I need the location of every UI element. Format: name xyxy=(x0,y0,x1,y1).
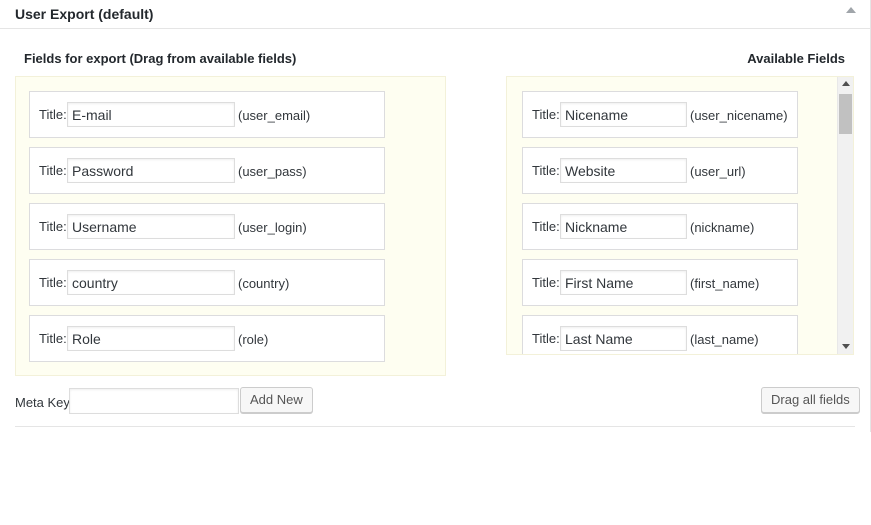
meta-key-label: Meta Key xyxy=(15,395,70,410)
available-field-item[interactable]: Title: (user_url) xyxy=(522,147,798,194)
add-new-button[interactable]: Add New xyxy=(240,387,313,413)
scroll-thumb[interactable] xyxy=(839,94,852,134)
available-field-item[interactable]: Title: (last_name) xyxy=(522,315,798,354)
field-title-label: Title: xyxy=(532,219,560,234)
field-key-label: (nickname) xyxy=(690,220,755,235)
field-title-input[interactable] xyxy=(560,158,687,183)
export-fields-heading: Fields for export (Drag from available f… xyxy=(24,51,297,66)
field-title-label: Title: xyxy=(39,219,67,234)
field-title-input[interactable] xyxy=(67,214,235,239)
field-title-input[interactable] xyxy=(67,158,235,183)
field-title-input[interactable] xyxy=(67,270,235,295)
export-field-item[interactable]: Title: (user_pass) xyxy=(29,147,385,194)
field-title-label: Title: xyxy=(39,275,67,290)
scroll-down-arrow-icon[interactable] xyxy=(842,344,850,349)
panel-header[interactable]: User Export (default) xyxy=(0,0,870,29)
field-key-label: (user_nicename) xyxy=(690,108,788,123)
available-field-item[interactable]: Title: (first_name) xyxy=(522,259,798,306)
available-field-item[interactable]: Title: (user_nicename) xyxy=(522,91,798,138)
field-key-label: (country) xyxy=(238,276,290,291)
field-title-label: Title: xyxy=(39,163,67,178)
export-field-item[interactable]: Title: (role) xyxy=(29,315,385,362)
available-fields-dropzone[interactable]: Title: (user_nicename) Title: (user_url)… xyxy=(506,76,854,355)
field-title-input[interactable] xyxy=(560,270,687,295)
drag-all-fields-button[interactable]: Drag all fields xyxy=(761,387,860,413)
panel-title: User Export (default) xyxy=(15,6,154,22)
field-title-input[interactable] xyxy=(560,102,687,127)
field-key-label: (user_email) xyxy=(238,108,311,123)
field-title-label: Title: xyxy=(532,107,560,122)
divider xyxy=(15,426,855,427)
field-key-label: (user_pass) xyxy=(238,164,307,179)
user-export-panel: User Export (default) Fields for export … xyxy=(0,0,871,432)
field-title-label: Title: xyxy=(532,275,560,290)
export-field-item[interactable]: Title: (user_email) xyxy=(29,91,385,138)
field-title-input[interactable] xyxy=(560,326,687,351)
field-title-label: Title: xyxy=(39,331,67,346)
available-fields-scrollbar[interactable] xyxy=(837,77,853,354)
meta-key-input[interactable] xyxy=(69,388,239,414)
field-title-input[interactable] xyxy=(67,102,235,127)
collapse-arrow-icon[interactable] xyxy=(846,7,856,13)
export-field-item[interactable]: Title: (user_login) xyxy=(29,203,385,250)
export-fields-dropzone[interactable]: Title: (user_email) Title: (user_pass) T… xyxy=(15,76,446,376)
field-title-label: Title: xyxy=(532,163,560,178)
field-title-input[interactable] xyxy=(67,326,235,351)
available-field-item[interactable]: Title: (nickname) xyxy=(522,203,798,250)
field-key-label: (role) xyxy=(238,332,269,347)
field-title-label: Title: xyxy=(39,107,67,122)
field-title-label: Title: xyxy=(532,331,560,346)
field-key-label: (user_url) xyxy=(690,164,746,179)
available-fields-heading: Available Fields xyxy=(747,51,845,66)
export-field-item[interactable]: Title: (country) xyxy=(29,259,385,306)
field-title-input[interactable] xyxy=(560,214,687,239)
field-key-label: (first_name) xyxy=(690,276,760,291)
field-key-label: (user_login) xyxy=(238,220,307,235)
field-key-label: (last_name) xyxy=(690,332,759,347)
scroll-up-arrow-icon[interactable] xyxy=(842,81,850,86)
